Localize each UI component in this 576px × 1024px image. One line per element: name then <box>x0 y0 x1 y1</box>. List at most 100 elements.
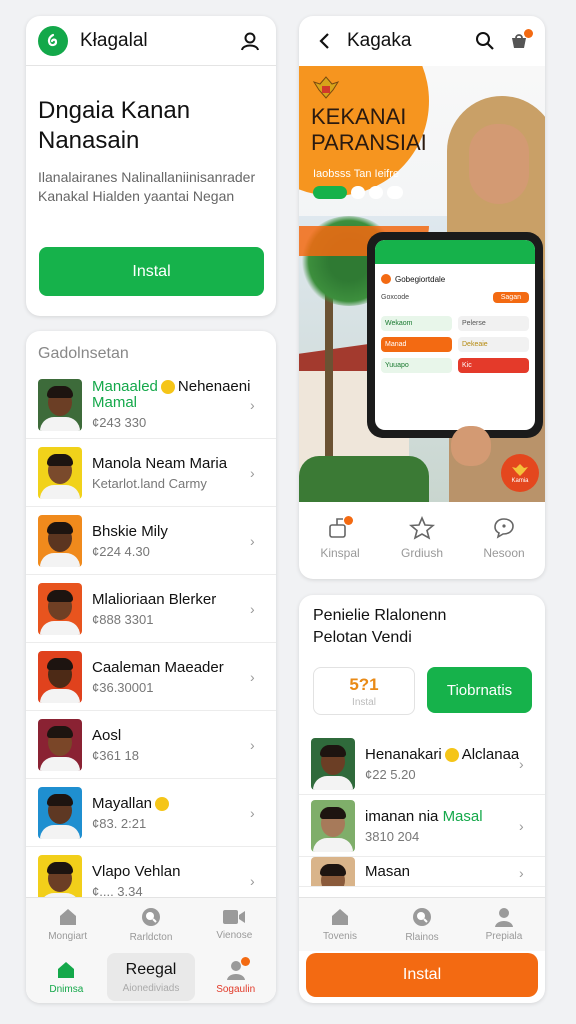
garuda-icon <box>512 464 528 476</box>
tab-rarldcton[interactable]: Rarldcton <box>109 898 192 951</box>
phone-cell-6: Kic <box>458 358 529 373</box>
tab-dnimsa[interactable]: Dnimsa <box>26 951 107 1003</box>
install-button[interactable]: Instal <box>39 247 264 296</box>
contact-sub: ¢224 4.30 <box>92 543 150 559</box>
verified-badge-icon <box>155 796 170 811</box>
phone-logo-icon <box>381 274 391 284</box>
phone-cell-5: Yuuapo <box>381 358 452 373</box>
list-item[interactable]: Manaaled Nehenaeni Mamal ¢243 330 › <box>26 371 276 439</box>
list-item[interactable]: Bhskie Mily ¢224 4.30 › <box>26 507 276 575</box>
home-icon <box>332 909 348 925</box>
list-item[interactable]: Masan › <box>299 857 545 887</box>
tab-prepiala[interactable]: Prepiala <box>463 898 545 951</box>
star-icon <box>409 516 435 540</box>
list-item[interactable]: Manola Neam Maria Ketarlot.land Carmy › <box>26 439 276 507</box>
action-kinspal[interactable]: Kinspal <box>299 516 381 576</box>
chat-icon <box>494 518 514 539</box>
list-item[interactable]: Henanakari Alclanaani ¢22 5.20 › <box>299 733 545 795</box>
vendor-sub: ¢22 5.20 <box>365 766 416 782</box>
list-item[interactable]: Mlalioriaan Blerker ¢888 3301 › <box>26 575 276 643</box>
stat-box: 5?1 Instal <box>313 667 415 715</box>
contact-name: Bhskie Mily <box>92 522 168 540</box>
left-intro-card: Kłagalal Dngaia Kanan Nanasain Ilanalair… <box>26 16 276 316</box>
phone-cell-4: Dekeaie <box>458 337 529 352</box>
app-logo-icon <box>38 25 68 56</box>
profile-icon[interactable] <box>236 27 264 55</box>
back-arrow-icon[interactable] <box>311 27 339 55</box>
contact-sub: ¢888 3301 <box>92 611 154 627</box>
bushes <box>299 456 429 502</box>
search-icon[interactable] <box>471 27 499 55</box>
promo-card: Kagaka KEKANAI PARANSIAI Iaobsss Tan Iei… <box>299 16 545 579</box>
home-icon <box>58 961 75 978</box>
vendor-title: Penielie Rlalonenn Pelotan Vendi <box>313 607 447 646</box>
contact-list-card: Gadolnsetan Manaaled Nehenaeni Mamal ¢243 3… <box>26 331 276 1003</box>
action-nesoon[interactable]: Nesoon <box>463 516 545 576</box>
tab-reegal-label: Reegal <box>125 960 177 978</box>
phone-row1: Goxcode <box>381 294 410 301</box>
contact-sub: ¢243 330 <box>92 415 147 430</box>
contact-name-part: Mamal <box>92 394 138 411</box>
contact-name: Mlalioriaan Blerker <box>92 590 217 608</box>
vendor-sub: 3810 204 <box>365 828 420 844</box>
notification-dot <box>524 29 533 38</box>
phone-mockup: Gobegiortdale Goxcode Sagan Wekaom Peler… <box>367 232 543 438</box>
chevron-right-icon: › <box>250 464 255 481</box>
tab-label: Sogaulin <box>216 983 256 995</box>
chevron-right-icon: › <box>250 532 255 549</box>
avatar <box>38 786 82 839</box>
tab-reegal-sub: Aionediviads <box>122 982 180 994</box>
avatar <box>38 514 82 567</box>
banner-title: KEKANAI PARANSIAI <box>311 104 427 155</box>
avatar <box>311 857 355 886</box>
badge-text: Kamia <box>511 478 529 484</box>
hand <box>451 426 491 466</box>
tab-label: Vienose <box>216 930 253 941</box>
action-row: Kinspal Grdiush Nesoon <box>299 516 545 576</box>
chevron-right-icon: › <box>250 396 255 413</box>
action-label: Kinspal <box>320 546 360 560</box>
profile-icon <box>495 908 513 927</box>
intro-heading: Dngaia Kanan Nanasain <box>38 97 191 154</box>
tab-label: Prepiala <box>485 931 523 942</box>
tab-rlainos[interactable]: Rlainos <box>381 898 463 951</box>
notification-dot <box>240 956 250 966</box>
phone-cell-3: Manad <box>381 337 452 352</box>
stat-value: 5?1 <box>349 674 379 694</box>
chevron-right-icon: › <box>250 804 255 821</box>
app-title: Kłagalal <box>80 29 148 51</box>
tab-vienose[interactable]: Vienose <box>193 898 276 951</box>
contact-sub: Ketarlot.land Carmy <box>92 475 207 491</box>
list-item[interactable]: imanan nia Masal 3810 204 › <box>299 795 545 857</box>
avatar <box>38 650 82 703</box>
avatar <box>311 737 355 790</box>
list-item[interactable]: Aosl ¢361 18 › <box>26 711 276 779</box>
tab-reegal[interactable]: Reegal Aionediviads <box>106 953 196 1001</box>
promo-banner[interactable]: KEKANAI PARANSIAI Iaobsss Tan Ieifre Gob… <box>299 66 545 502</box>
tiobrnatis-button[interactable]: Tiobrnatis <box>427 667 532 713</box>
tab-label: Mongiart <box>48 931 88 942</box>
chevron-right-icon: › <box>250 600 255 617</box>
home-icon <box>59 909 76 925</box>
tab-sogaulin[interactable]: Sogaulin <box>195 951 276 1003</box>
chevron-right-icon: › <box>519 817 524 834</box>
avatar <box>311 799 355 852</box>
chevron-right-icon: › <box>250 736 255 753</box>
vendor-name-part: Masal <box>442 807 483 825</box>
action-grdiush[interactable]: Grdiush <box>381 516 463 576</box>
left-tabbar-top: Mongiart Rarldcton Vienose <box>26 897 276 951</box>
search-icon <box>141 908 160 926</box>
contact-name: Manola Neam Maria <box>92 454 228 472</box>
tab-mongiart[interactable]: Mongiart <box>26 898 109 951</box>
contact-sub: ¢361 18 <box>92 747 139 763</box>
woman-face <box>469 124 529 204</box>
install-orange-button[interactable]: Instal <box>306 953 538 997</box>
list-item[interactable]: Caaleman Maeader ¢36.30001 › <box>26 643 276 711</box>
tab-tovenis[interactable]: Tovenis <box>299 898 381 951</box>
cart-icon[interactable] <box>505 27 533 55</box>
section-title: Gadolnsetan <box>38 345 129 362</box>
contact-sub: ¢83. 2:21 <box>92 815 147 831</box>
banner-subtitle: Iaobsss Tan Ieifre <box>313 168 400 180</box>
intro-description: Ilanalairanes Nalinallaniinisanrader Kan… <box>38 169 256 204</box>
list-item[interactable]: Mayallan ¢83. 2:21 › <box>26 779 276 847</box>
